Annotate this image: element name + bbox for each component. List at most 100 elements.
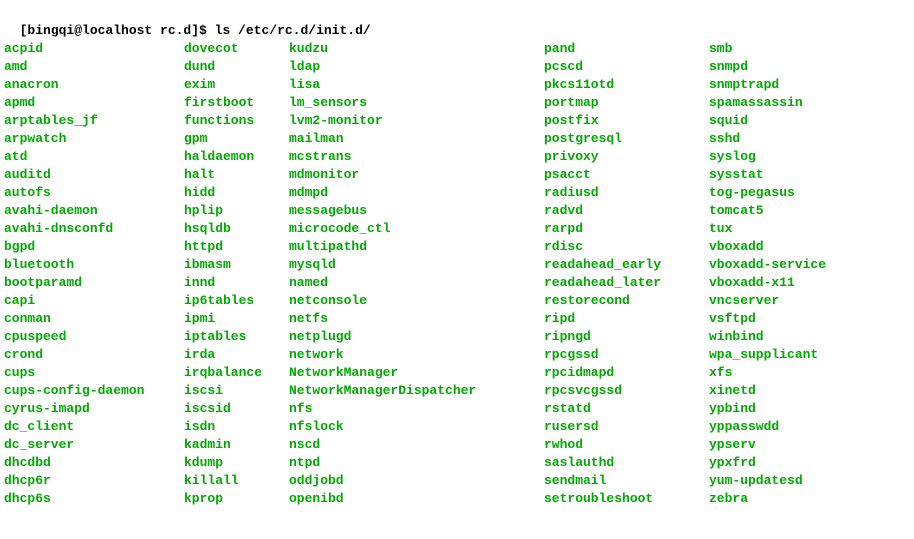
file-entry: mysqld [289,256,544,274]
command-text: ls /etc/rc.d/init.d/ [215,23,371,38]
file-entry: innd [184,274,289,292]
file-entry: iscsi [184,382,289,400]
file-entry: firstboot [184,94,289,112]
file-entry: amd [4,58,184,76]
file-entry: portmap [544,94,709,112]
column-4: pandpcscdpkcs11otdportmappostfixpostgres… [544,40,709,508]
file-entry: irda [184,346,289,364]
file-entry: atd [4,148,184,166]
file-entry: network [289,346,544,364]
file-entry: nfs [289,400,544,418]
file-entry: xfs [709,364,826,382]
file-entry: readahead_later [544,274,709,292]
file-entry: iptables [184,328,289,346]
file-entry: wpa_supplicant [709,346,826,364]
file-entry: saslauthd [544,454,709,472]
file-entry: mdmonitor [289,166,544,184]
file-entry: privoxy [544,148,709,166]
file-entry: ldap [289,58,544,76]
column-2: dovecotdundeximfirstbootfunctionsgpmhald… [184,40,289,508]
file-entry: rpcsvcgssd [544,382,709,400]
file-entry: rdisc [544,238,709,256]
file-entry: smb [709,40,826,58]
file-entry: syslog [709,148,826,166]
file-entry: radiusd [544,184,709,202]
file-entry: NetworkManagerDispatcher [289,382,544,400]
file-entry: dhcdbd [4,454,184,472]
file-entry: dhcp6r [4,472,184,490]
file-entry: crond [4,346,184,364]
file-entry: rpcgssd [544,346,709,364]
file-entry: acpid [4,40,184,58]
file-entry: openibd [289,490,544,508]
file-entry: cpuspeed [4,328,184,346]
file-entry: dovecot [184,40,289,58]
file-entry: postfix [544,112,709,130]
file-entry: lvm2-monitor [289,112,544,130]
file-entry: NetworkManager [289,364,544,382]
file-entry: hplip [184,202,289,220]
file-entry: netconsole [289,292,544,310]
file-entry: killall [184,472,289,490]
file-entry: multipathd [289,238,544,256]
file-entry: tomcat5 [709,202,826,220]
file-entry: ibmasm [184,256,289,274]
file-entry: named [289,274,544,292]
file-entry: vboxadd-x11 [709,274,826,292]
file-entry: lisa [289,76,544,94]
file-entry: oddjobd [289,472,544,490]
file-entry: httpd [184,238,289,256]
file-entry: bootparamd [4,274,184,292]
file-entry: setroubleshoot [544,490,709,508]
file-entry: yum-updatesd [709,472,826,490]
file-entry: arpwatch [4,130,184,148]
file-entry: postgresql [544,130,709,148]
file-entry: pand [544,40,709,58]
file-entry: pkcs11otd [544,76,709,94]
file-entry: vncserver [709,292,826,310]
file-entry: irqbalance [184,364,289,382]
file-entry: bluetooth [4,256,184,274]
file-entry: gpm [184,130,289,148]
file-entry: zebra [709,490,826,508]
file-entry: ip6tables [184,292,289,310]
file-entry: functions [184,112,289,130]
file-entry: haldaemon [184,148,289,166]
file-entry: rarpd [544,220,709,238]
file-entry: ripd [544,310,709,328]
prompt-prefix: [bingqi@localhost rc.d]$ [20,23,215,38]
file-entry: vboxadd [709,238,826,256]
ls-output: acpidamdanacronapmdarptables_jfarpwatcha… [4,40,910,508]
file-entry: rstatd [544,400,709,418]
file-entry: xinetd [709,382,826,400]
file-entry: hidd [184,184,289,202]
file-entry: rpcidmapd [544,364,709,382]
file-entry: cyrus-imapd [4,400,184,418]
file-entry: ypxfrd [709,454,826,472]
file-entry: isdn [184,418,289,436]
file-entry: avahi-dnsconfd [4,220,184,238]
file-entry: mdmpd [289,184,544,202]
file-entry: ypserv [709,436,826,454]
file-entry: anacron [4,76,184,94]
file-entry: kprop [184,490,289,508]
file-entry: vsftpd [709,310,826,328]
file-entry: snmpd [709,58,826,76]
file-entry: rusersd [544,418,709,436]
file-entry: auditd [4,166,184,184]
file-entry: cups-config-daemon [4,382,184,400]
file-entry: dund [184,58,289,76]
file-entry: microcode_ctl [289,220,544,238]
file-entry: restorecond [544,292,709,310]
file-entry: capi [4,292,184,310]
terminal-prompt-line: [bingqi@localhost rc.d]$ ls /etc/rc.d/in… [4,4,910,40]
file-entry: rwhod [544,436,709,454]
file-entry: readahead_early [544,256,709,274]
file-entry: psacct [544,166,709,184]
column-1: acpidamdanacronapmdarptables_jfarpwatcha… [4,40,184,508]
file-entry: netplugd [289,328,544,346]
file-entry: dc_client [4,418,184,436]
file-entry: messagebus [289,202,544,220]
file-entry: sysstat [709,166,826,184]
file-entry: apmd [4,94,184,112]
